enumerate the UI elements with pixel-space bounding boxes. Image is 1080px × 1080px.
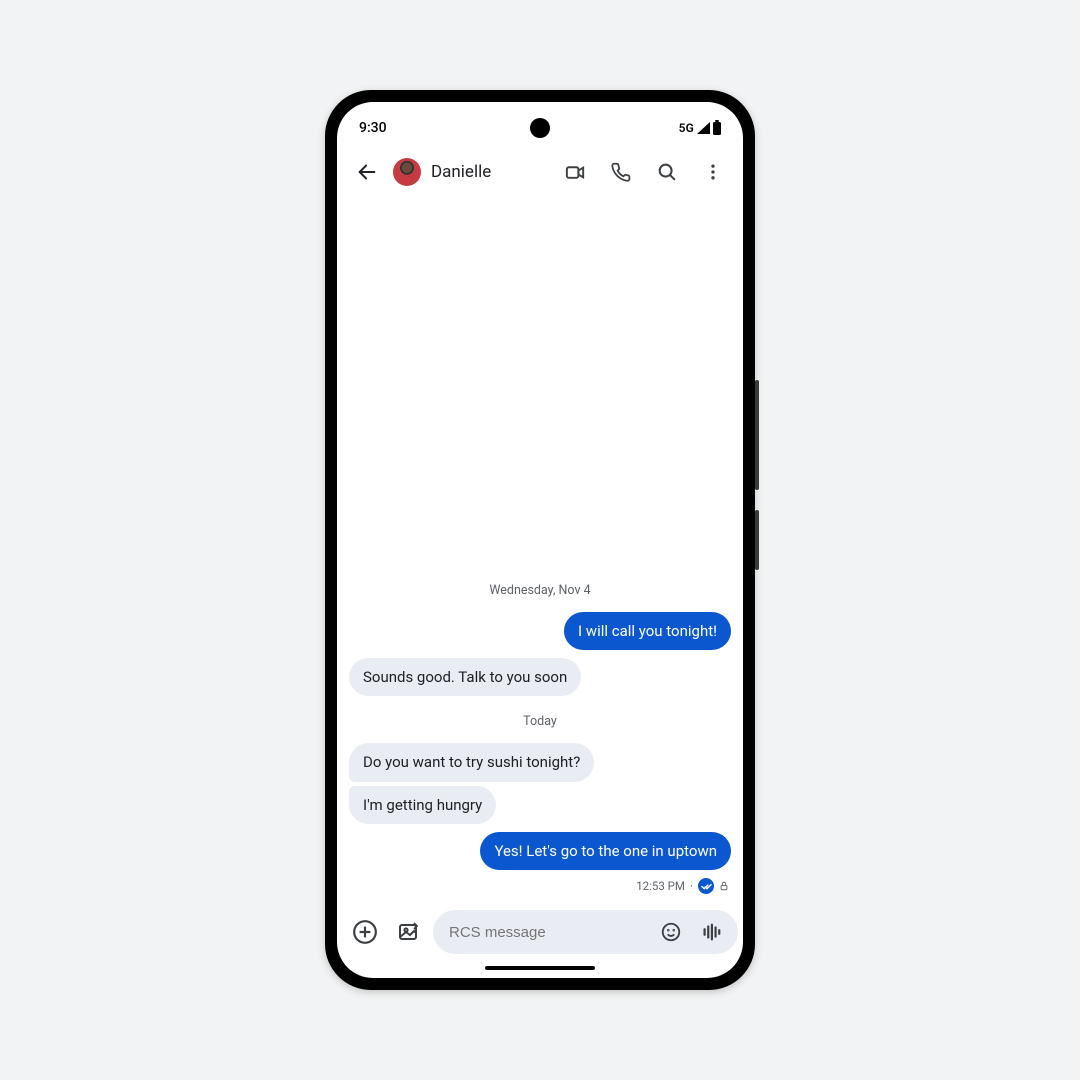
emoji-icon [660,921,682,943]
composer-bar [337,904,743,964]
message-sent[interactable]: I will call you tonight! [564,612,731,650]
front-camera [530,118,550,138]
message-received[interactable]: Sounds good. Talk to you soon [349,658,581,696]
phone-icon [611,162,632,183]
image-icon [397,920,421,944]
add-attachment-button[interactable] [345,912,385,952]
more-options-button[interactable] [693,152,733,192]
screen: 9:30 5G Danielle [337,102,743,978]
emoji-button[interactable] [654,915,688,949]
contact-name: Danielle [431,162,491,182]
status-time: 9:30 [359,120,387,136]
message-timestamp: 12:53 PM [636,879,685,893]
video-icon [564,161,587,184]
plus-circle-icon [352,919,378,945]
app-bar: Danielle [337,144,743,200]
message-composer[interactable] [433,910,738,954]
conversation-pane[interactable]: Wednesday, Nov 4 I will call you tonight… [337,200,743,904]
audio-wave-icon [700,921,722,943]
battery-icon [713,122,721,135]
voice-call-button[interactable] [601,152,641,192]
search-icon [656,161,678,183]
conversation-spacer [349,208,731,573]
power-button [755,510,759,570]
back-button[interactable] [347,152,387,192]
network-label: 5G [679,121,694,135]
date-separator: Today [349,714,731,729]
message-meta: 12:53 PM · [636,878,729,894]
arrow-back-icon [356,161,378,183]
video-call-button[interactable] [555,152,595,192]
message-input[interactable] [449,924,648,941]
search-button[interactable] [647,152,687,192]
nav-handle[interactable] [485,966,595,970]
volume-button [755,380,759,490]
lock-icon [719,881,729,891]
message-received[interactable]: I'm getting hungry [349,786,496,824]
status-indicators: 5G [679,121,721,135]
message-received[interactable]: Do you want to try sushi tonight? [349,743,594,781]
signal-icon [697,122,710,134]
gallery-button[interactable] [389,912,429,952]
contact-avatar [393,158,421,186]
more-vert-icon [703,162,723,182]
date-separator: Wednesday, Nov 4 [349,583,731,598]
voice-message-button[interactable] [694,915,728,949]
read-receipt-icon [698,878,714,894]
phone-frame: 9:30 5G Danielle [325,90,755,990]
contact-header[interactable]: Danielle [393,158,549,186]
message-sent[interactable]: Yes! Let's go to the one in uptown [480,832,731,870]
